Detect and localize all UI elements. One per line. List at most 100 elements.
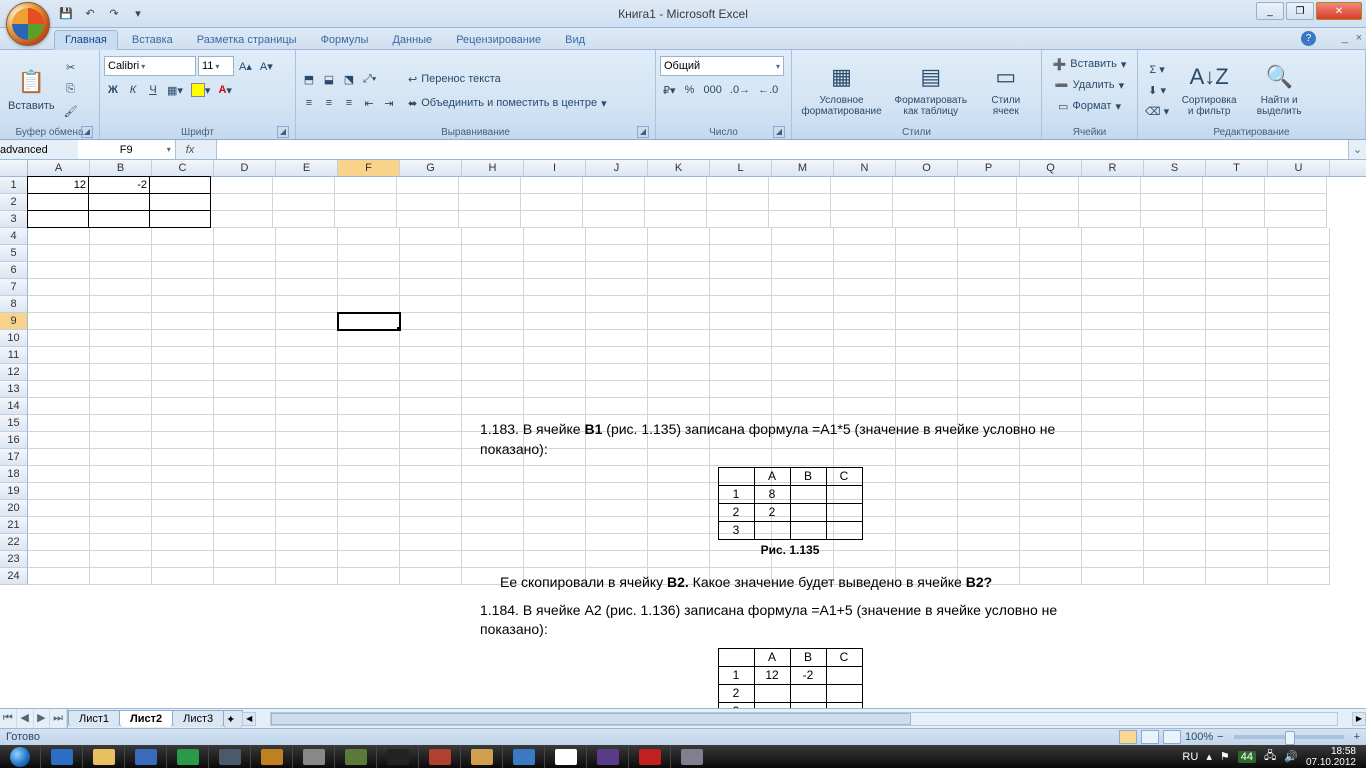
cell-F15[interactable] [338, 415, 400, 432]
cell-S1[interactable] [1141, 177, 1203, 194]
cell-F14[interactable] [338, 398, 400, 415]
cell-E4[interactable] [276, 228, 338, 245]
cell-I8[interactable] [524, 296, 586, 313]
merge-center-button[interactable]: ⬌Объединить и поместить в центре▾ [404, 93, 611, 113]
cell-U13[interactable] [1268, 381, 1330, 398]
tray-badge[interactable]: 44 [1238, 751, 1256, 763]
zoom-out-icon[interactable]: − [1217, 731, 1223, 743]
cell-B20[interactable] [90, 500, 152, 517]
cell-P11[interactable] [958, 347, 1020, 364]
col-header-M[interactable]: M [772, 160, 834, 176]
align-right-icon[interactable]: ≡ [340, 93, 358, 113]
col-header-C[interactable]: C [152, 160, 214, 176]
cell-H7[interactable] [462, 279, 524, 296]
cell-N3[interactable] [831, 211, 893, 228]
cell-L3[interactable] [707, 211, 769, 228]
cell-R6[interactable] [1082, 262, 1144, 279]
cell-M6[interactable] [772, 262, 834, 279]
cell-A22[interactable] [28, 534, 90, 551]
cell-C21[interactable] [152, 517, 214, 534]
decrease-decimal-icon[interactable]: ←.0 [755, 80, 781, 100]
cell-G17[interactable] [400, 449, 462, 466]
cell-N13[interactable] [834, 381, 896, 398]
cell-T5[interactable] [1206, 245, 1268, 262]
cell-K12[interactable] [648, 364, 710, 381]
row-header-7[interactable]: 7 [0, 279, 28, 296]
cell-B4[interactable] [90, 228, 152, 245]
cell-C17[interactable] [152, 449, 214, 466]
task-app-14[interactable] [586, 745, 628, 768]
cell-U7[interactable] [1268, 279, 1330, 296]
cell-S19[interactable] [1144, 483, 1206, 500]
expand-formula-icon[interactable]: ⌄ [1348, 140, 1366, 159]
cell-F4[interactable] [338, 228, 400, 245]
cell-D2[interactable] [211, 194, 273, 211]
tab-Данные[interactable]: Данные [382, 31, 442, 49]
scroll-right-icon[interactable]: ▶ [1352, 712, 1366, 726]
cell-U2[interactable] [1265, 194, 1327, 211]
cell-F18[interactable] [338, 466, 400, 483]
cell-Q2[interactable] [1017, 194, 1079, 211]
cell-R11[interactable] [1082, 347, 1144, 364]
sheet-tab-Лист1[interactable]: Лист1 [68, 710, 120, 727]
cell-T9[interactable] [1206, 313, 1268, 330]
cell-U21[interactable] [1268, 517, 1330, 534]
cell-A19[interactable] [28, 483, 90, 500]
cell-O6[interactable] [896, 262, 958, 279]
cell-O11[interactable] [896, 347, 958, 364]
cell-H6[interactable] [462, 262, 524, 279]
font-size-combo[interactable]: 11▾ [198, 56, 234, 76]
cell-Q7[interactable] [1020, 279, 1082, 296]
cell-S11[interactable] [1144, 347, 1206, 364]
cell-L14[interactable] [710, 398, 772, 415]
cell-C5[interactable] [152, 245, 214, 262]
scroll-left-icon[interactable]: ◀ [242, 712, 256, 726]
font-name-combo[interactable]: Calibri▾ [104, 56, 196, 76]
cell-A11[interactable] [28, 347, 90, 364]
cell-F11[interactable] [338, 347, 400, 364]
cell-E14[interactable] [276, 398, 338, 415]
cell-G11[interactable] [400, 347, 462, 364]
col-header-D[interactable]: D [214, 160, 276, 176]
col-header-G[interactable]: G [400, 160, 462, 176]
cell-J8[interactable] [586, 296, 648, 313]
cell-E11[interactable] [276, 347, 338, 364]
cell-E8[interactable] [276, 296, 338, 313]
cell-B12[interactable] [90, 364, 152, 381]
cell-H1[interactable] [459, 177, 521, 194]
cell-K4[interactable] [648, 228, 710, 245]
cell-L13[interactable] [710, 381, 772, 398]
cell-I13[interactable] [524, 381, 586, 398]
cell-S12[interactable] [1144, 364, 1206, 381]
cell-E9[interactable] [276, 313, 338, 330]
fill-icon[interactable]: ⬇ ▾ [1142, 80, 1172, 100]
col-header-A[interactable]: A [28, 160, 90, 176]
dialog-launcher-icon[interactable]: ◢ [81, 126, 93, 138]
cell-G12[interactable] [400, 364, 462, 381]
lang-indicator[interactable]: RU [1182, 751, 1198, 763]
cell-O2[interactable] [893, 194, 955, 211]
cell-E21[interactable] [276, 517, 338, 534]
cell-Q3[interactable] [1017, 211, 1079, 228]
cell-N14[interactable] [834, 398, 896, 415]
qat-custom-icon[interactable]: ▾ [128, 4, 148, 24]
cell-L8[interactable] [710, 296, 772, 313]
decrease-indent-icon[interactable]: ⇤ [360, 93, 378, 113]
minimize-ribbon-icon[interactable]: _ [1342, 32, 1348, 44]
cell-N5[interactable] [834, 245, 896, 262]
cell-Q10[interactable] [1020, 330, 1082, 347]
cell-O1[interactable] [893, 177, 955, 194]
cell-T20[interactable] [1206, 500, 1268, 517]
cell-G19[interactable] [400, 483, 462, 500]
cell-K8[interactable] [648, 296, 710, 313]
cell-F23[interactable] [338, 551, 400, 568]
cell-B2[interactable] [88, 193, 150, 211]
format-cells-button[interactable]: ▭Формат▾ [1054, 96, 1125, 116]
comma-icon[interactable]: 000 [701, 80, 725, 100]
new-sheet-button[interactable]: ✦ [223, 710, 243, 728]
cell-H10[interactable] [462, 330, 524, 347]
cell-K10[interactable] [648, 330, 710, 347]
cell-J13[interactable] [586, 381, 648, 398]
row-header-16[interactable]: 16 [0, 432, 28, 449]
cell-T8[interactable] [1206, 296, 1268, 313]
